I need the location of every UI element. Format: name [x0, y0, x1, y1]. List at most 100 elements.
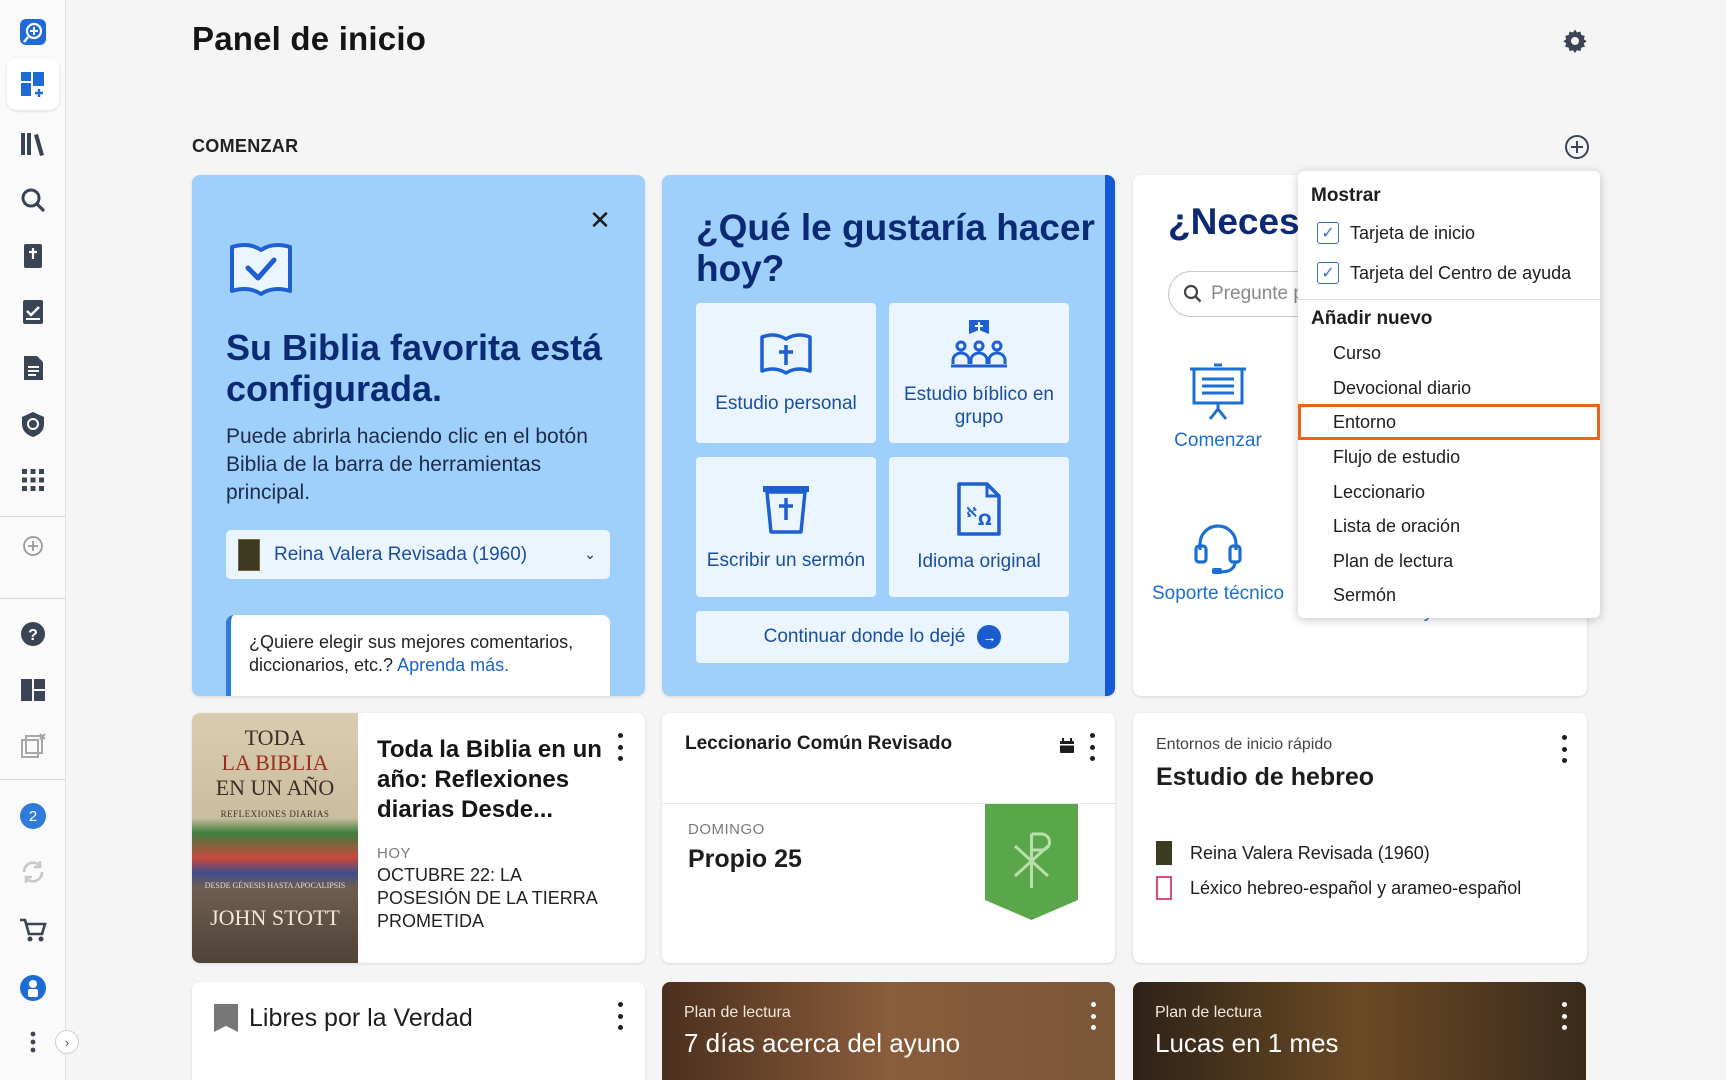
learn-more-link[interactable]: Aprenda más. — [397, 655, 509, 675]
checkbox-label: Tarjeta de inicio — [1350, 222, 1476, 243]
card-title: ¿Neces — [1168, 201, 1300, 242]
sync-icon[interactable] — [7, 846, 59, 898]
more-options-icon[interactable] — [614, 1002, 626, 1030]
highlight-outline — [1298, 404, 1600, 440]
menu-item-reading-plan[interactable]: Plan de lectura — [1333, 551, 1453, 572]
search-placeholder: Pregunte p — [1211, 283, 1304, 304]
headset-icon — [1148, 520, 1288, 576]
apps-grid-icon[interactable] — [7, 454, 59, 506]
sidebar: ? 2 › — [0, 0, 79, 1080]
checklist-icon[interactable] — [7, 286, 59, 338]
commentary-tip: ¿Quiere elegir sus mejores comentarios, … — [226, 615, 610, 696]
cover-title: TODA LA BIBLIA EN UN AÑO — [215, 725, 335, 800]
environment-title: Estudio de hebreo — [1156, 763, 1375, 791]
menu-item-prayer-list[interactable]: Lista de oración — [1333, 516, 1460, 537]
menu-item-daily-devotional[interactable]: Devocional diario — [1333, 378, 1471, 399]
plan-title: Lucas en 1 mes — [1155, 1028, 1339, 1058]
add-new-heading: Añadir nuevo — [1311, 308, 1433, 329]
favorite-bible-card: ✕ Su Biblia favorita está configurada. P… — [192, 175, 645, 696]
close-icon[interactable]: ✕ — [585, 205, 615, 235]
help-item-label: Comenzar — [1174, 430, 1262, 451]
show-heading: Mostrar — [1311, 185, 1381, 206]
free-for-truth-card[interactable]: Libres por la Verdad — [192, 982, 645, 1080]
bookmark-icon — [214, 1004, 238, 1032]
tile-write-sermon[interactable]: Escribir un sermón — [696, 457, 876, 597]
more-options-icon[interactable] — [7, 1016, 59, 1068]
close-panels-icon[interactable] — [7, 720, 59, 772]
expand-sidebar-icon[interactable]: › — [55, 1030, 79, 1054]
continue-label: Continuar donde lo dejé — [763, 626, 966, 647]
plan-label: Plan de lectura — [684, 1004, 791, 1021]
open-bible-icon — [759, 331, 813, 384]
lectionary-card[interactable]: Leccionario Común Revisado DOMINGO Propi… — [662, 713, 1115, 963]
dashboard-icon[interactable] — [7, 58, 59, 110]
what-to-do-card: ¿Qué le gustaría hacer hoy? Estudio pers… — [662, 175, 1115, 696]
tile-group-study[interactable]: Estudio bíblico en grupo — [889, 303, 1069, 443]
more-options-icon[interactable] — [1086, 733, 1098, 761]
add-search-icon[interactable] — [7, 6, 59, 58]
tile-personal-study[interactable]: Estudio personal — [696, 303, 876, 443]
bible-cover-icon — [238, 538, 260, 571]
document-icon[interactable] — [7, 342, 59, 394]
help-icon[interactable]: ? — [7, 608, 59, 660]
shield-icon[interactable] — [7, 398, 59, 450]
settings-gear-icon[interactable] — [1558, 24, 1592, 58]
layout-icon[interactable] — [7, 664, 59, 716]
day-label: DOMINGO — [688, 821, 765, 838]
reading-plan-luke-card[interactable]: Plan de lectura Lucas en 1 mes — [1133, 982, 1586, 1080]
devotional-card[interactable]: TODA LA BIBLIA EN UN AÑO REFLEXIONES DIA… — [192, 713, 645, 963]
book-icon — [1156, 841, 1172, 865]
show-start-card-checkbox[interactable]: ✓ Tarjeta de inicio — [1317, 222, 1475, 244]
resource-label: Léxico hebreo-español y arameo-español — [1190, 877, 1522, 898]
bible-check-icon — [228, 241, 294, 302]
checkbox-checked-icon: ✓ — [1317, 262, 1339, 284]
cart-icon[interactable] — [7, 904, 59, 956]
environment-resource[interactable]: Reina Valera Revisada (1960) — [1156, 841, 1430, 865]
add-card-plus-icon[interactable] — [1563, 133, 1591, 161]
add-panel-icon[interactable] — [7, 520, 59, 572]
section-label: COMENZAR — [192, 136, 299, 156]
show-help-card-checkbox[interactable]: ✓ Tarjeta del Centro de ayuda — [1317, 262, 1571, 284]
more-options-icon[interactable] — [1558, 1002, 1570, 1030]
more-options-icon[interactable] — [614, 733, 626, 761]
plan-title: 7 días acerca del ayuno — [684, 1028, 961, 1058]
bible-icon[interactable] — [7, 230, 59, 282]
cover-range: DESDE GÉNESIS HASTA APOCALIPSIS — [204, 881, 346, 890]
library-icon[interactable] — [7, 118, 59, 170]
help-tech-support[interactable]: Soporte técnico — [1148, 520, 1288, 605]
cover-subtitle: REFLEXIONES DIARIAS — [220, 809, 330, 819]
environment-resource[interactable]: Léxico hebreo-español y arameo-español — [1156, 876, 1521, 900]
calendar-icon[interactable] — [1059, 738, 1075, 758]
original-language-icon: ℵΩ — [956, 481, 1002, 542]
continue-where-left-button[interactable]: Continuar donde lo dejé → — [696, 611, 1069, 663]
search-icon[interactable] — [7, 174, 59, 226]
book-icon — [1156, 876, 1172, 900]
tile-original-language[interactable]: ℵΩ Idioma original — [889, 457, 1069, 597]
plan-label: Plan de lectura — [1155, 1004, 1262, 1021]
help-get-started[interactable]: Comenzar — [1148, 363, 1288, 452]
more-options-icon[interactable] — [1558, 735, 1570, 763]
account-icon[interactable] — [7, 962, 59, 1014]
reading-plan-fasting-card[interactable]: Plan de lectura 7 días acerca del ayuno — [662, 982, 1115, 1080]
chevron-down-icon: ⌄ — [584, 546, 596, 562]
tile-label: Idioma original — [917, 551, 1041, 572]
notifications-badge[interactable]: 2 — [7, 790, 59, 842]
bible-version-select[interactable]: Reina Valera Revisada (1960) ⌄ — [226, 530, 610, 579]
pulpit-icon — [759, 482, 813, 541]
card-title: Libres por la Verdad — [249, 1004, 473, 1032]
card-title: ¿Qué le gustaría hacer hoy? — [696, 207, 1095, 289]
quick-start-environment-card[interactable]: Entornos de inicio rápido Estudio de heb… — [1133, 713, 1587, 963]
search-icon — [1183, 284, 1202, 303]
menu-item-sermon[interactable]: Sermón — [1333, 585, 1396, 606]
menu-item-study-flow[interactable]: Flujo de estudio — [1333, 447, 1460, 468]
checkbox-checked-icon: ✓ — [1317, 222, 1339, 244]
menu-item-course[interactable]: Curso — [1333, 343, 1381, 364]
tile-label: Estudio bíblico en grupo — [904, 383, 1054, 428]
group-study-icon — [949, 318, 1009, 375]
add-card-menu: Mostrar ✓ Tarjeta de inicio ✓ Tarjeta de… — [1298, 171, 1600, 618]
menu-item-lectionary[interactable]: Leccionario — [1333, 482, 1425, 503]
notification-count: 2 — [20, 803, 46, 829]
lectionary-day-name: Propio 25 — [688, 845, 802, 873]
resource-label: Reina Valera Revisada (1960) — [1190, 842, 1430, 863]
more-options-icon[interactable] — [1087, 1002, 1099, 1030]
